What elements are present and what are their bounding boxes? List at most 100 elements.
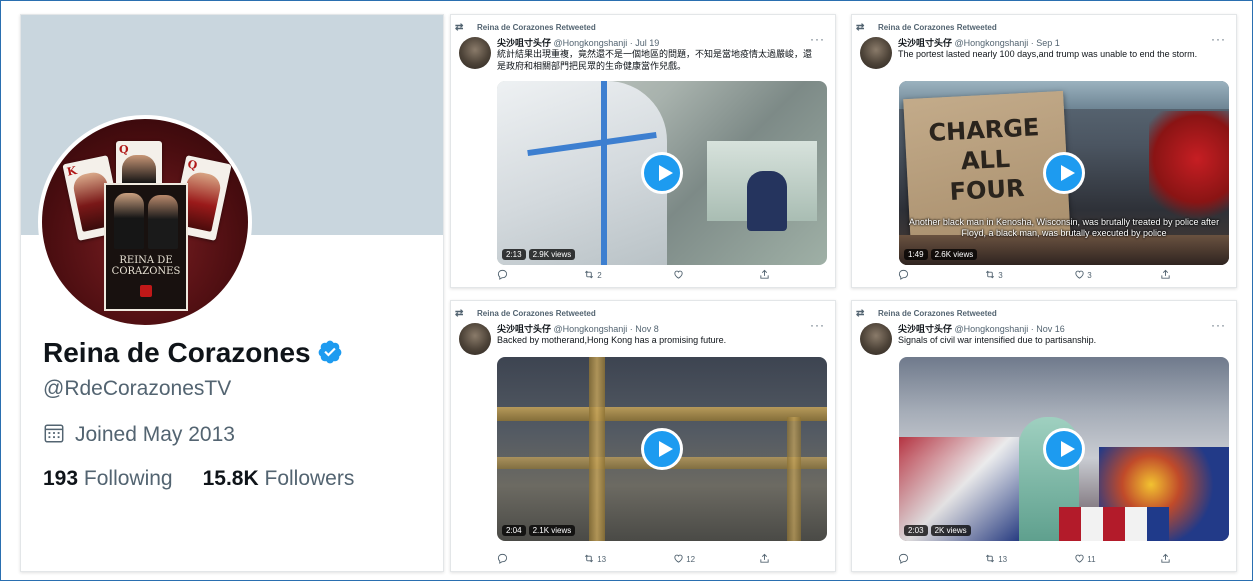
retweet-context: ⇄ Reina de Corazones Retweeted	[455, 22, 596, 33]
share-icon	[760, 269, 769, 279]
like-button[interactable]	[673, 269, 684, 280]
retweet-icon	[585, 554, 593, 563]
verified-badge-icon	[318, 340, 342, 364]
more-icon[interactable]: ···	[1211, 32, 1226, 46]
followers-link[interactable]: 15.8K Followers	[203, 467, 355, 490]
tweet-actions: 2	[497, 269, 787, 283]
heart-icon	[674, 270, 683, 279]
play-icon[interactable]	[1043, 152, 1085, 194]
like-button[interactable]: 11	[1074, 553, 1096, 564]
share-icon	[1161, 553, 1170, 563]
author-avatar[interactable]	[459, 323, 491, 355]
profile-avatar[interactable]: K Q Q REINA DE CORAZONES	[38, 115, 252, 329]
tweet-video[interactable]: 2:13 2.9K views	[497, 81, 827, 265]
share-button[interactable]	[1160, 269, 1171, 280]
play-icon[interactable]	[1043, 428, 1085, 470]
joined-date: Joined May 2013	[43, 422, 235, 447]
retweet-icon	[986, 270, 994, 279]
play-icon[interactable]	[641, 428, 683, 470]
reply-button[interactable]	[898, 269, 909, 280]
author-name[interactable]: 尖沙咀寸头仔	[898, 38, 952, 48]
show-poster: REINA DE CORAZONES	[104, 183, 188, 311]
joined-text: Joined May 2013	[75, 423, 235, 446]
video-duration: 2:04	[502, 525, 526, 536]
retweet-button[interactable]: 2	[583, 269, 602, 280]
video-views: 2.6K views	[930, 249, 978, 260]
like-count: 12	[686, 555, 696, 564]
retweet-count: 13	[597, 555, 607, 564]
reply-button[interactable]	[497, 269, 508, 280]
retweet-label: Reina de Corazones Retweeted	[878, 23, 997, 32]
followers-label: Followers	[264, 467, 355, 490]
author-name[interactable]: 尖沙咀寸头仔	[497, 324, 551, 334]
share-icon	[760, 553, 769, 563]
reply-button[interactable]	[898, 553, 909, 564]
author-name[interactable]: 尖沙咀寸头仔	[497, 38, 551, 48]
followers-count: 15.8K	[202, 467, 259, 490]
retweet-count: 13	[998, 555, 1008, 564]
tweet-card[interactable]: ⇄ Reina de Corazones Retweeted 尖沙咀寸头仔 @Ho…	[450, 14, 836, 288]
tweet-actions: 13 11	[898, 553, 1188, 567]
retweet-label: Reina de Corazones Retweeted	[878, 309, 997, 318]
author-avatar[interactable]	[860, 323, 892, 355]
video-duration: 2:13	[502, 249, 526, 260]
card-letter: K	[65, 163, 78, 179]
card-letter: Q	[186, 157, 199, 173]
video-views: 2.9K views	[528, 249, 576, 260]
retweet-button[interactable]: 13	[583, 553, 606, 564]
tweet-text: Signals of civil war intensified due to …	[898, 335, 1097, 345]
heart-icon	[674, 554, 683, 563]
following-link[interactable]: 193 Following	[43, 467, 173, 490]
play-icon[interactable]	[641, 152, 683, 194]
author-avatar[interactable]	[459, 37, 491, 69]
more-icon[interactable]: ···	[1211, 318, 1226, 332]
telemundo-logo-icon	[140, 285, 152, 297]
retweet-icon	[986, 554, 994, 563]
like-button[interactable]: 12	[673, 553, 695, 564]
reply-icon	[497, 553, 508, 564]
share-button[interactable]	[759, 553, 770, 564]
tweet-text: Backed by motherand,Hong Kong has a prom…	[497, 335, 727, 345]
tweet-card[interactable]: ⇄ Reina de Corazones Retweeted 尖沙咀寸头仔 @Ho…	[851, 14, 1237, 288]
tweet-video[interactable]: 2:03 2K views	[899, 357, 1229, 541]
tweet-card[interactable]: ⇄ Reina de Corazones Retweeted 尖沙咀寸头仔 @Ho…	[851, 300, 1237, 572]
reply-icon	[898, 269, 909, 280]
more-icon[interactable]: ···	[810, 318, 825, 332]
share-icon	[1161, 269, 1170, 279]
tweet-card[interactable]: ⇄ Reina de Corazones Retweeted 尖沙咀寸头仔 @Ho…	[450, 300, 836, 572]
author-name[interactable]: 尖沙咀寸头仔	[898, 324, 952, 334]
following-count: 193	[43, 467, 79, 490]
retweet-label: Reina de Corazones Retweeted	[477, 23, 596, 32]
author-meta: @Hongkongshanji · Jul 19	[553, 38, 660, 48]
retweet-count: 3	[998, 271, 1003, 280]
share-button[interactable]	[1160, 553, 1171, 564]
retweet-count: 2	[597, 271, 602, 280]
author-avatar[interactable]	[860, 37, 892, 69]
reply-icon	[497, 269, 508, 280]
share-button[interactable]	[759, 269, 770, 280]
profile-name: Reina de Corazones	[43, 337, 343, 369]
tweet-video[interactable]: 2:04 2.1K views	[497, 357, 827, 541]
retweet-context: ⇄ Reina de Corazones Retweeted	[856, 22, 997, 33]
like-button[interactable]: 3	[1074, 269, 1092, 280]
heart-icon	[1075, 554, 1084, 563]
video-meta: 2:04 2.1K views	[502, 525, 578, 536]
profile-card: K Q Q REINA DE CORAZONES Reina de Corazo…	[20, 14, 444, 572]
tweet-text: 統計結果出現重複，竟然還不是一個地區的問題，不知是當地疫情太過嚴峻，還是政府和相…	[497, 49, 813, 71]
tweet-video[interactable]: CHARGE ALL FOUR Another black man in Ken…	[899, 81, 1229, 265]
retweet-context: ⇄ Reina de Corazones Retweeted	[856, 308, 997, 319]
video-meta: 2:03 2K views	[904, 525, 974, 536]
retweet-button[interactable]: 13	[984, 553, 1007, 564]
avatar-image: K Q Q REINA DE CORAZONES	[42, 119, 248, 325]
reply-button[interactable]	[497, 553, 508, 564]
tweet-text: The portest lasted nearly 100 days,and t…	[898, 49, 1198, 59]
retweet-button[interactable]: 3	[984, 269, 1003, 280]
retweet-icon: ⇄	[856, 308, 865, 319]
card-letter: Q	[119, 143, 129, 156]
retweet-icon: ⇄	[455, 308, 464, 319]
retweet-context: ⇄ Reina de Corazones Retweeted	[455, 308, 596, 319]
profile-name-text: Reina de Corazones	[43, 337, 311, 368]
like-count: 11	[1087, 555, 1096, 564]
retweet-label: Reina de Corazones Retweeted	[477, 309, 596, 318]
more-icon[interactable]: ···	[810, 32, 825, 46]
